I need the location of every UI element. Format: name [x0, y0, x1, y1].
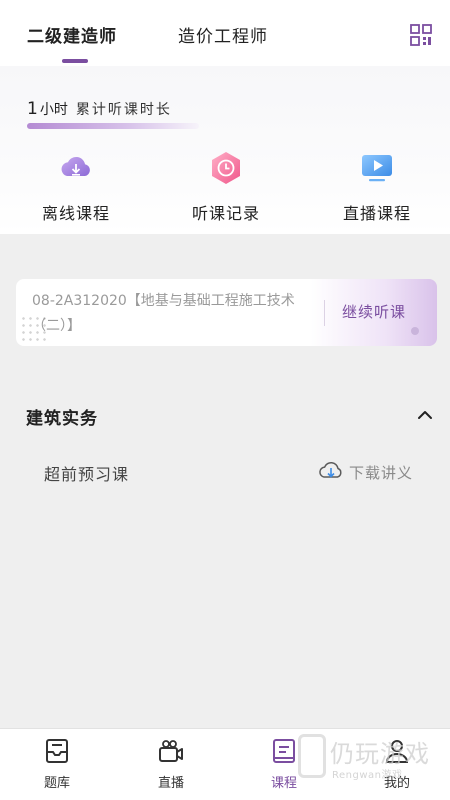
nav-courses[interactable]: 课程	[244, 737, 324, 791]
camera-icon	[157, 737, 185, 765]
listening-time-summary: 1 小时 累计听课时长	[27, 99, 172, 123]
hours-highlight-bar	[27, 123, 199, 129]
cloud-download-icon	[318, 460, 344, 484]
study-summary-panel: 1 小时 累计听课时长 离线课程 听课记录 直播课程	[0, 66, 450, 234]
download-notes-button[interactable]: 下载讲义	[318, 460, 413, 484]
active-tab-indicator	[62, 59, 88, 63]
nav-question-bank[interactable]: 题库	[17, 737, 97, 791]
cloud-download-icon	[58, 150, 94, 186]
offline-courses-label: 离线课程	[41, 204, 110, 223]
hours-value: 1	[27, 99, 38, 119]
card-dot-decoration	[411, 327, 419, 335]
download-notes-label: 下载讲义	[349, 463, 414, 482]
continue-listening-card[interactable]: 08-2A312020【地基与基础工程施工技术（二）】 继续听课	[16, 279, 437, 346]
hours-label: 累计听课时长	[75, 102, 172, 118]
bottom-navigation: 题库 直播 课程 我的	[0, 728, 450, 800]
top-tab-bar: 二级建造师 造价工程师	[0, 0, 450, 66]
live-courses-label: 直播课程	[342, 204, 411, 223]
user-icon	[383, 737, 411, 765]
last-course-title: 08-2A312020【地基与基础工程施工技术（二）】	[32, 293, 295, 334]
listening-history-button[interactable]: 听课记录	[166, 150, 286, 224]
card-divider	[324, 300, 325, 326]
clock-history-icon	[208, 150, 244, 186]
live-courses-button[interactable]: 直播课程	[317, 150, 437, 224]
hours-unit: 小时	[39, 102, 68, 118]
nav-courses-label: 课程	[270, 776, 297, 791]
qr-grid-icon[interactable]	[410, 24, 432, 46]
nav-profile[interactable]: 我的	[357, 737, 437, 791]
nav-live[interactable]: 直播	[131, 737, 211, 791]
continue-listening-button[interactable]: 继续听课	[342, 301, 406, 322]
listening-history-label: 听课记录	[191, 204, 260, 223]
offline-courses-button[interactable]: 离线课程	[16, 150, 136, 224]
nav-live-label: 直播	[157, 776, 184, 791]
nav-profile-label: 我的	[383, 776, 410, 791]
book-icon	[270, 737, 298, 765]
tab-cost-engineer[interactable]: 造价工程师	[178, 22, 268, 47]
section-title: 建筑实务	[26, 409, 98, 429]
tab-second-class-constructor[interactable]: 二级建造师	[27, 22, 117, 47]
lesson-item[interactable]: 超前预习课	[44, 461, 129, 485]
video-play-icon	[359, 150, 395, 186]
nav-question-bank-label: 题库	[43, 776, 70, 791]
chevron-up-icon[interactable]	[416, 406, 434, 424]
tray-icon	[43, 737, 71, 765]
